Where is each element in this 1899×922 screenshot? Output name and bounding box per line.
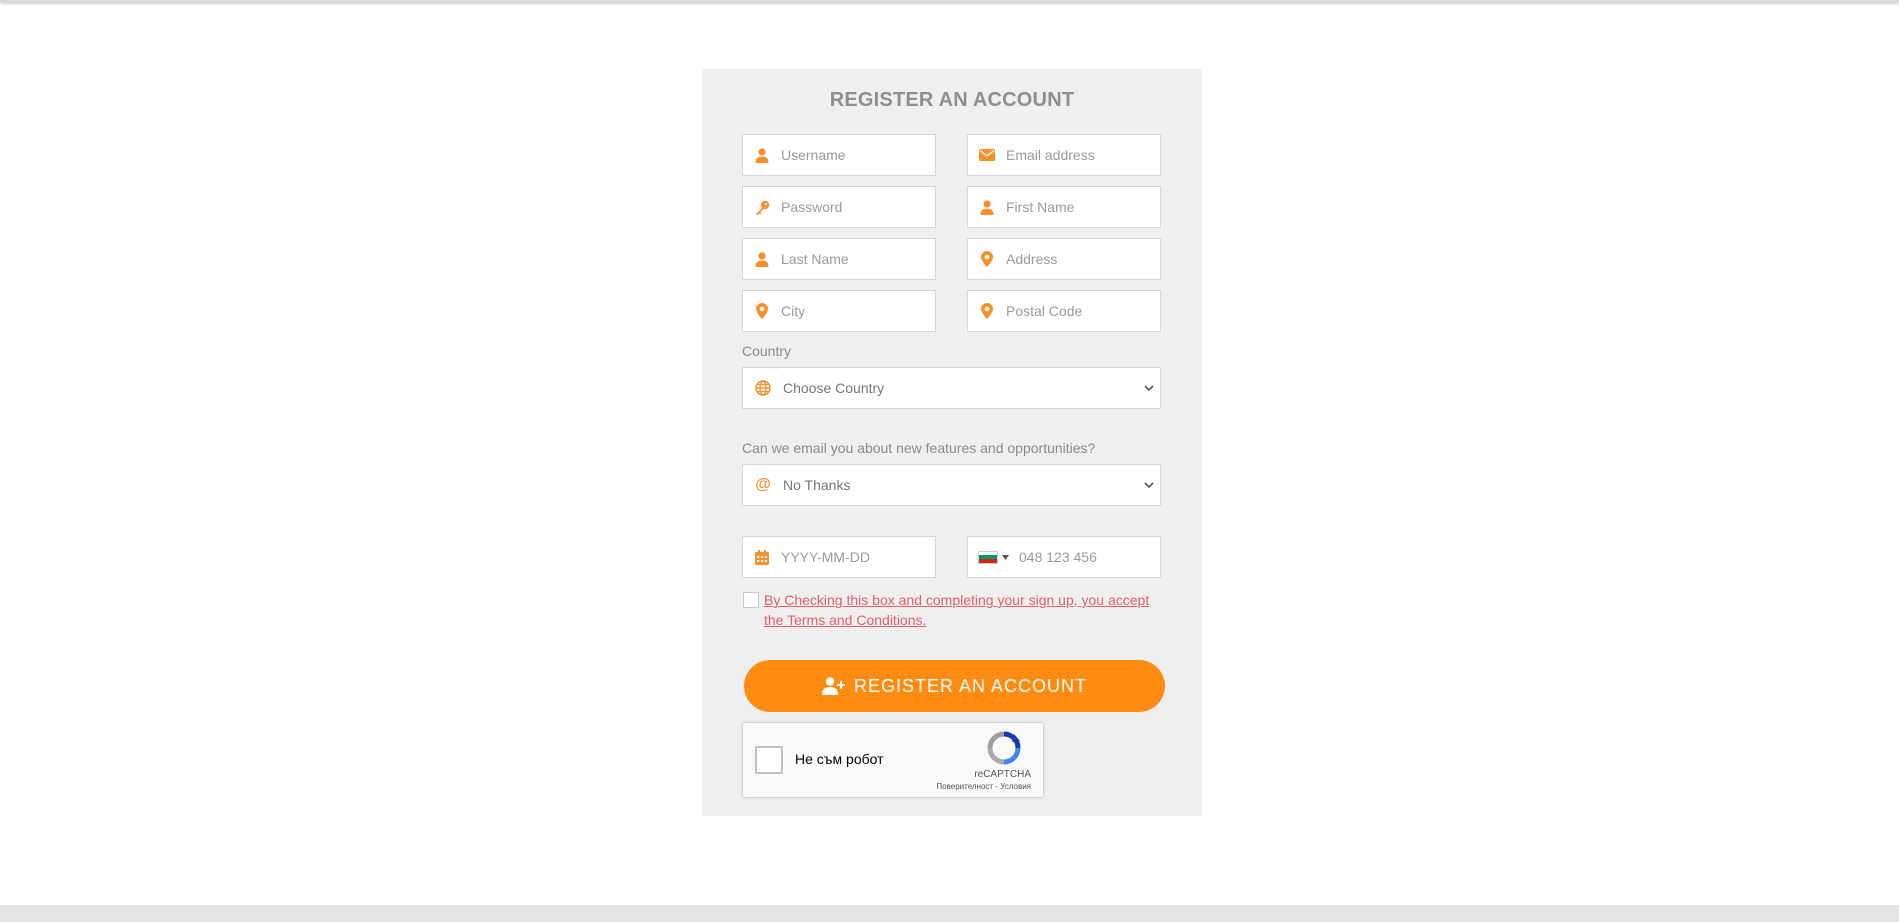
recaptcha-widget: Не съм робот reCAPTCHA Поверителност - У… bbox=[742, 722, 1044, 798]
address-placeholder: Address bbox=[1006, 251, 1058, 267]
country-select[interactable]: Choose Country bbox=[742, 367, 1161, 409]
email-placeholder: Email address bbox=[1006, 147, 1095, 163]
key-icon bbox=[743, 200, 781, 215]
city-field[interactable]: City bbox=[742, 290, 936, 332]
map-pin-icon bbox=[968, 303, 1006, 319]
birthdate-field[interactable]: YYYY-MM-DD bbox=[742, 536, 936, 578]
flag-dropdown-caret-icon[interactable] bbox=[1002, 554, 1009, 560]
terms-checkbox[interactable] bbox=[743, 592, 759, 608]
register-button[interactable]: REGISTER AN ACCOUNT bbox=[744, 660, 1165, 712]
password-placeholder: Password bbox=[781, 199, 843, 215]
password-field[interactable]: Password bbox=[742, 186, 936, 228]
terms-link[interactable]: By Checking this box and completing your… bbox=[764, 590, 1164, 630]
register-button-label: REGISTER AN ACCOUNT bbox=[853, 675, 1088, 696]
last-name-placeholder: Last Name bbox=[781, 251, 849, 267]
marketing-label: Can we email you about new features and … bbox=[742, 440, 1096, 456]
calendar-icon bbox=[743, 549, 781, 565]
country-label: Country bbox=[742, 343, 792, 359]
recaptcha-logo-icon bbox=[987, 731, 1021, 770]
username-field[interactable]: Username bbox=[742, 134, 936, 176]
user-icon bbox=[743, 147, 781, 163]
phone-placeholder: 048 123 456 bbox=[1019, 549, 1097, 565]
marketing-selected-value: No Thanks bbox=[783, 477, 851, 493]
first-name-field[interactable]: First Name bbox=[967, 186, 1161, 228]
recaptcha-brand: reCAPTCHA bbox=[974, 769, 1031, 780]
marketing-select[interactable]: @ No Thanks bbox=[742, 464, 1161, 506]
recaptcha-label: Не съм робот bbox=[795, 751, 884, 767]
globe-icon bbox=[743, 380, 783, 396]
phone-field[interactable]: 048 123 456 bbox=[967, 536, 1161, 578]
user-icon bbox=[743, 251, 781, 267]
user-plus-icon bbox=[821, 677, 846, 695]
page-title: REGISTER AN ACCOUNT bbox=[829, 89, 1075, 111]
city-placeholder: City bbox=[781, 303, 806, 319]
username-placeholder: Username bbox=[781, 147, 846, 163]
chevron-down-icon bbox=[1138, 481, 1160, 489]
footer-strip bbox=[0, 905, 1899, 922]
first-name-placeholder: First Name bbox=[1006, 199, 1075, 215]
recaptcha-checkbox[interactable] bbox=[755, 746, 783, 774]
map-pin-icon bbox=[968, 251, 1006, 267]
top-header-edge bbox=[0, 0, 1899, 2]
at-sign-icon: @ bbox=[755, 476, 771, 493]
last-name-field[interactable]: Last Name bbox=[742, 238, 936, 280]
postal-code-field[interactable]: Postal Code bbox=[967, 290, 1161, 332]
map-pin-icon bbox=[743, 303, 781, 319]
chevron-down-icon bbox=[1138, 384, 1160, 392]
recaptcha-privacy-terms-links[interactable]: Поверителност - Условия bbox=[936, 782, 1031, 791]
address-field[interactable]: Address bbox=[967, 238, 1161, 280]
postal-code-placeholder: Postal Code bbox=[1006, 303, 1083, 319]
register-panel: REGISTER AN ACCOUNT Username Email addre… bbox=[702, 69, 1202, 816]
user-icon bbox=[968, 199, 1006, 215]
email-field[interactable]: Email address bbox=[967, 134, 1161, 176]
birthdate-placeholder: YYYY-MM-DD bbox=[781, 549, 870, 565]
envelope-icon bbox=[968, 149, 1006, 161]
bulgaria-flag-icon[interactable] bbox=[978, 550, 998, 564]
country-selected-value: Choose Country bbox=[783, 380, 885, 396]
